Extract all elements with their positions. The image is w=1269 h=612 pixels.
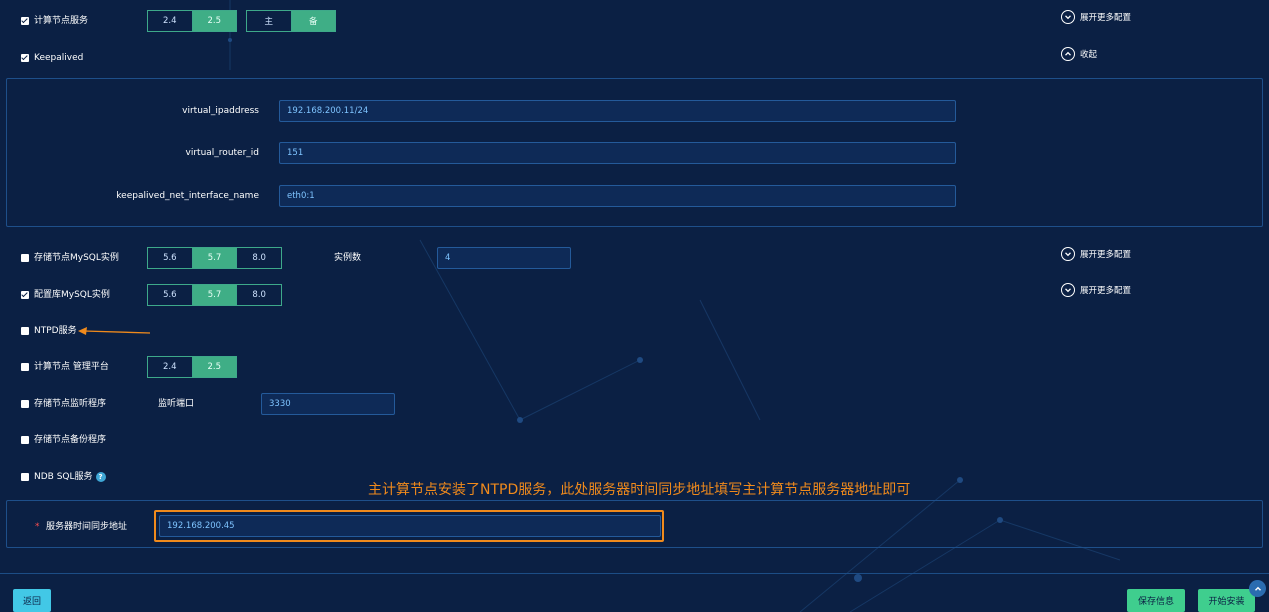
- instances-label: 实例数: [334, 253, 362, 263]
- storage-backup-checkbox[interactable]: [21, 436, 29, 444]
- ntpd-checkbox[interactable]: [21, 327, 29, 335]
- compute-version-selector: 2.4 2.5: [147, 10, 237, 32]
- instances-input[interactable]: 4: [437, 247, 571, 269]
- storage-backup-label: 存储节点备份程序: [34, 435, 107, 445]
- virtual-ipaddress-input[interactable]: 192.168.200.11/24: [279, 100, 956, 122]
- storage-monitor-checkbox[interactable]: [21, 400, 29, 408]
- time-sync-label: 服务器时间同步地址: [46, 522, 128, 532]
- ndb-sql-row: NDB SQL服务?: [34, 471, 106, 483]
- storage-monitor-label: 存储节点监听程序: [34, 399, 107, 409]
- mysql-version-option[interactable]: 5.6: [148, 248, 193, 268]
- expand-label: 展开更多配置: [1080, 286, 1132, 296]
- ntpd-label: NTPD服务: [34, 326, 77, 336]
- mgmt-version-option-selected[interactable]: 2.5: [192, 357, 236, 377]
- expand-label: 展开更多配置: [1080, 13, 1132, 23]
- config-mysql-expand-toggle[interactable]: 展开更多配置: [1061, 283, 1131, 297]
- compute-service-checkbox[interactable]: [21, 17, 29, 25]
- chevron-up-icon: [1061, 47, 1075, 61]
- mysql-version-option[interactable]: 5.6: [148, 285, 193, 305]
- chevron-up-icon: [1254, 586, 1261, 591]
- keepalived-net-interface-label: keepalived_net_interface_name: [116, 191, 259, 201]
- keepalived-checkbox[interactable]: [21, 54, 29, 62]
- back-button[interactable]: 返回: [13, 589, 51, 612]
- storage-mysql-version-selector: 5.6 5.7 8.0: [147, 247, 282, 269]
- required-mark: *: [35, 522, 40, 532]
- scroll-top-button[interactable]: [1249, 580, 1266, 597]
- mysql-version-option-selected[interactable]: 5.7: [192, 285, 238, 305]
- config-mysql-version-selector: 5.6 5.7 8.0: [147, 284, 282, 306]
- config-mysql-checkbox[interactable]: [21, 291, 29, 299]
- annotation-text: 主计算节点安装了NTPD服务，此处服务器时间同步地址填写主计算节点服务器地址即可: [368, 482, 911, 498]
- port-label: 监听端口: [158, 399, 195, 409]
- mgmt-platform-checkbox[interactable]: [21, 363, 29, 371]
- storage-mysql-checkbox[interactable]: [21, 254, 29, 262]
- install-button[interactable]: 开始安装: [1198, 589, 1255, 612]
- collapse-label: 收起: [1080, 50, 1098, 60]
- compute-service-label: 计算节点服务: [34, 16, 89, 26]
- keepalived-collapse-toggle[interactable]: 收起: [1061, 47, 1097, 61]
- virtual-router-id-label: virtual_router_id: [185, 148, 259, 158]
- mgmt-version-option[interactable]: 2.4: [148, 357, 193, 377]
- expand-label: 展开更多配置: [1080, 250, 1132, 260]
- time-sync-input[interactable]: 192.168.200.45: [159, 515, 661, 537]
- mgmt-platform-label: 计算节点 管理平台: [34, 362, 109, 372]
- keepalived-label: Keepalived: [34, 53, 84, 63]
- compute-role-option-selected[interactable]: 备: [291, 11, 335, 31]
- compute-version-option-selected[interactable]: 2.5: [192, 11, 236, 31]
- storage-mysql-label: 存储节点MySQL实例: [34, 253, 119, 263]
- mgmt-version-selector: 2.4 2.5: [147, 356, 237, 378]
- virtual-ipaddress-label: virtual_ipaddress: [182, 106, 259, 116]
- virtual-router-id-input[interactable]: 151: [279, 142, 956, 164]
- mysql-version-option[interactable]: 8.0: [237, 285, 281, 305]
- ndb-sql-checkbox[interactable]: [21, 473, 29, 481]
- keepalived-net-interface-input[interactable]: eth0:1: [279, 185, 956, 207]
- compute-role-selector: 主 备: [246, 10, 336, 32]
- chevron-down-icon: [1061, 247, 1075, 261]
- save-button[interactable]: 保存信息: [1127, 589, 1185, 612]
- port-input[interactable]: 3330: [261, 393, 395, 415]
- compute-role-option[interactable]: 主: [247, 11, 292, 31]
- mysql-version-option-selected[interactable]: 5.7: [192, 248, 238, 268]
- compute-expand-toggle[interactable]: 展开更多配置: [1061, 10, 1131, 24]
- config-mysql-label: 配置库MySQL实例: [34, 290, 110, 300]
- question-icon[interactable]: ?: [95, 471, 106, 482]
- mysql-version-option[interactable]: 8.0: [237, 248, 281, 268]
- storage-mysql-expand-toggle[interactable]: 展开更多配置: [1061, 247, 1131, 261]
- ndb-sql-label: NDB SQL服务: [34, 472, 93, 482]
- chevron-down-icon: [1061, 10, 1075, 24]
- chevron-down-icon: [1061, 283, 1075, 297]
- arrow-left-icon: [78, 327, 151, 335]
- compute-version-option[interactable]: 2.4: [148, 11, 193, 31]
